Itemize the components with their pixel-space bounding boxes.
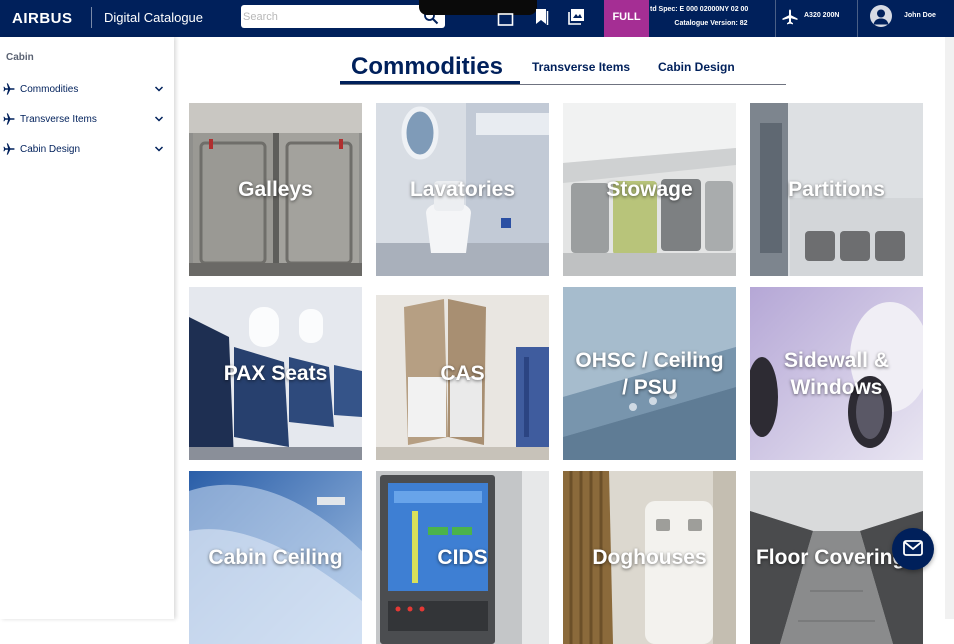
sidebar-item-commodities[interactable]: Commodities <box>0 78 174 100</box>
tile-label: Cabin Ceiling <box>208 546 343 569</box>
tile-label: CAS <box>440 362 485 385</box>
plane-icon <box>3 113 15 125</box>
tile-label: PAX Seats <box>223 362 328 385</box>
search-box[interactable] <box>241 5 445 28</box>
tile-cas[interactable]: CAS <box>376 287 549 460</box>
tile-cabin-ceiling[interactable]: Cabin Ceiling <box>189 471 362 644</box>
chevron-down-icon[interactable] <box>154 85 164 93</box>
tab-transverse-items[interactable]: Transverse Items <box>532 60 630 74</box>
plane-icon <box>782 9 798 25</box>
tile-ohsc-ceiling-psu[interactable]: OHSC / Ceiling / PSU <box>563 287 736 460</box>
divider <box>775 0 776 37</box>
sidebar-heading: Cabin <box>6 52 34 63</box>
tile-label: CIDS <box>437 546 488 569</box>
sidebar-item-label: Commodities <box>20 84 79 95</box>
bookmark-icon[interactable] <box>534 8 550 26</box>
tile-cids[interactable]: CIDS <box>376 471 549 644</box>
tab-commodities[interactable]: Commodities <box>351 53 503 81</box>
contact-button[interactable] <box>892 528 934 570</box>
tile-label: Lavatories <box>409 178 516 201</box>
tile-stowage[interactable]: Stowage <box>563 103 736 276</box>
tile-pax-seats[interactable]: PAX Seats <box>189 287 362 460</box>
mail-icon <box>903 540 923 556</box>
tile-label: Partitions <box>788 178 885 201</box>
chevron-down-icon[interactable] <box>154 115 164 123</box>
sidebar-item-label: Cabin Design <box>20 144 81 155</box>
divider <box>91 7 92 28</box>
tile-label: OHSC / Ceiling / PSU <box>575 348 724 399</box>
active-tab-indicator <box>340 81 520 84</box>
tile-label: Doghouses <box>592 546 707 569</box>
sidebar-item-label: Transverse Items <box>20 114 97 125</box>
top-bar: AIRBUS Digital Catalogue FULL td Spec: E… <box>0 0 954 37</box>
divider <box>857 0 858 37</box>
spec-line: td Spec: E 000 02000NY 02 00 <box>650 6 749 13</box>
tile-label: Stowage <box>606 178 693 201</box>
tile-galleys[interactable]: Galleys <box>189 103 362 276</box>
screen-overlay-pill <box>419 0 537 15</box>
airbus-logo[interactable]: AIRBUS <box>12 10 73 27</box>
tab-cabin-design[interactable]: Cabin Design <box>658 60 735 74</box>
document-icon[interactable] <box>497 8 514 26</box>
sidebar: Cabin Commodities Transverse Items Cabin… <box>0 37 174 619</box>
catalogue-version: Catalogue Version: 82 <box>674 20 748 27</box>
full-mode-badge[interactable]: FULL <box>604 0 649 37</box>
app-title: Digital Catalogue <box>104 10 204 25</box>
scrollbar[interactable] <box>945 37 954 619</box>
sidebar-item-transverse-items[interactable]: Transverse Items <box>0 108 174 130</box>
sidebar-item-cabin-design[interactable]: Cabin Design <box>0 138 174 160</box>
search-input[interactable] <box>241 5 421 28</box>
gallery-icon[interactable] <box>568 8 585 25</box>
spec-info: td Spec: E 000 02000NY 02 00 Catalogue V… <box>650 3 772 31</box>
aircraft-selector[interactable]: A320 200N <box>804 12 839 19</box>
tile-lavatories[interactable]: Lavatories <box>376 103 549 276</box>
category-tabs: Commodities Transverse Items Cabin Desig… <box>340 50 786 85</box>
tile-label: Sidewall & Windows <box>783 348 890 399</box>
tile-label: Galleys <box>238 178 313 201</box>
user-name[interactable]: John Doe <box>904 12 936 19</box>
plane-icon <box>3 143 15 155</box>
plane-icon <box>3 83 15 95</box>
avatar-icon[interactable] <box>870 5 892 27</box>
chevron-down-icon[interactable] <box>154 145 164 153</box>
tile-partitions[interactable]: Partitions <box>750 103 923 276</box>
tile-doghouses[interactable]: Doghouses <box>563 471 736 644</box>
tile-sidewall-windows[interactable]: Sidewall & Windows <box>750 287 923 460</box>
